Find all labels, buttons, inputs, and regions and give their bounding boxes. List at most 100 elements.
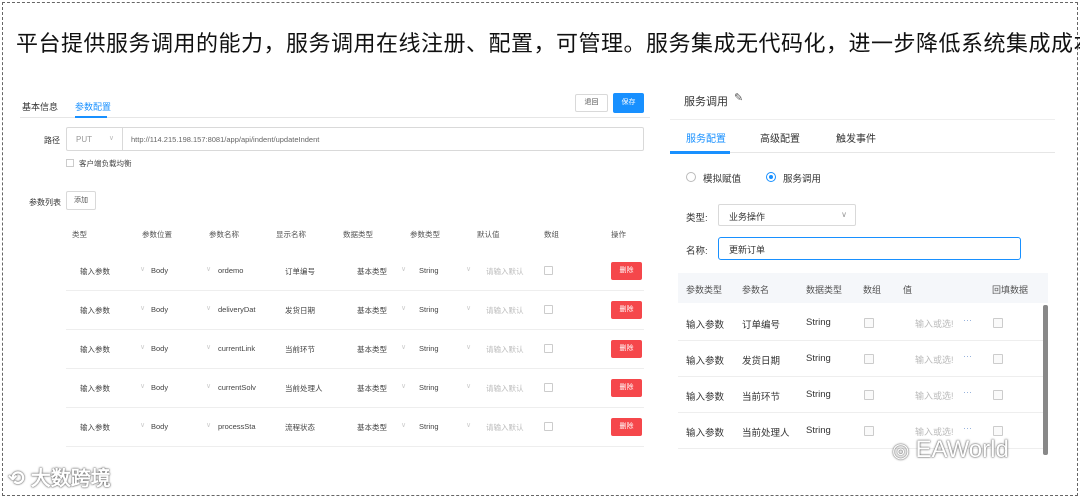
backfill-checkbox[interactable] bbox=[993, 318, 1003, 328]
col-header-type: 类型 bbox=[72, 230, 87, 239]
panel-title: 服务调用 bbox=[684, 96, 728, 108]
data-type-select[interactable]: 基本类型 bbox=[357, 422, 387, 433]
backfill-checkbox[interactable] bbox=[993, 354, 1003, 364]
url-input[interactable]: http://114.215.198.157:8081/app/api/inde… bbox=[131, 135, 319, 144]
default-value-input[interactable]: 请输入默认 bbox=[486, 305, 524, 316]
param-position-select[interactable]: Body bbox=[151, 422, 168, 431]
param-name-input[interactable]: currentSolv bbox=[218, 383, 256, 392]
display-name-input[interactable]: 当前环节 bbox=[285, 344, 315, 355]
col-header-param-name: 参数名称 bbox=[209, 230, 239, 239]
chevron-down-icon: ∨ bbox=[206, 422, 212, 429]
data-type: String bbox=[806, 317, 831, 328]
chevron-down-icon: ∨ bbox=[401, 344, 407, 351]
backfill-checkbox[interactable] bbox=[993, 390, 1003, 400]
tab-service-config[interactable]: 服务配置 bbox=[686, 130, 726, 145]
http-method-select[interactable]: PUT ∨ bbox=[67, 128, 123, 150]
display-name-input[interactable]: 流程状态 bbox=[285, 422, 315, 433]
back-button[interactable]: 退回 bbox=[575, 94, 608, 112]
param-kind-select[interactable]: 输入参数 bbox=[80, 266, 110, 277]
tab-param-config[interactable]: 参数配置 bbox=[75, 100, 111, 113]
chevron-down-icon: ∨ bbox=[206, 266, 212, 273]
load-balance-checkbox[interactable] bbox=[66, 159, 74, 167]
array-checkbox[interactable] bbox=[864, 318, 874, 328]
param-kind-select[interactable]: 输入参数 bbox=[80, 422, 110, 433]
watermark-left-text: 大数跨境 bbox=[30, 468, 111, 490]
table-row: 输入参数 订单编号 String 输入或选! ··· bbox=[678, 305, 1048, 341]
radio-mock-value[interactable] bbox=[686, 172, 696, 182]
delete-button[interactable]: 删除 bbox=[611, 418, 642, 436]
array-checkbox[interactable] bbox=[544, 305, 553, 314]
tab-advanced-config[interactable]: 高级配置 bbox=[760, 130, 800, 145]
add-param-button[interactable]: 添加 bbox=[66, 191, 96, 210]
default-value-input[interactable]: 请输入默认 bbox=[486, 422, 524, 433]
table-row: 输入参数 ∨ Body ∨ currentSolv 当前处理人 基本类型 ∨ S… bbox=[66, 369, 644, 408]
col-header-position: 参数位置 bbox=[142, 230, 172, 239]
more-icon[interactable]: ··· bbox=[963, 423, 972, 433]
param-name-input[interactable]: processSta bbox=[218, 422, 256, 431]
param-type-select[interactable]: String bbox=[419, 344, 439, 353]
type-select[interactable]: 业务操作 ∨ bbox=[718, 204, 856, 226]
param-type-select[interactable]: String bbox=[419, 422, 439, 431]
display-name-input[interactable]: 订单编号 bbox=[285, 266, 315, 277]
array-checkbox[interactable] bbox=[864, 390, 874, 400]
array-checkbox[interactable] bbox=[864, 426, 874, 436]
delete-button[interactable]: 删除 bbox=[611, 301, 642, 319]
chevron-down-icon: ∨ bbox=[466, 383, 472, 390]
value-input[interactable]: 输入或选! bbox=[915, 353, 954, 366]
radio-service-call[interactable] bbox=[766, 172, 776, 182]
more-icon[interactable]: ··· bbox=[963, 387, 972, 397]
param-position-select[interactable]: Body bbox=[151, 305, 168, 314]
col-header-data-type: 数据类型 bbox=[806, 285, 843, 295]
param-kind-select[interactable]: 输入参数 bbox=[80, 344, 110, 355]
array-checkbox[interactable] bbox=[544, 266, 553, 275]
param-name-input[interactable]: ordemo bbox=[218, 266, 243, 275]
display-name-input[interactable]: 发货日期 bbox=[285, 305, 315, 316]
name-input[interactable]: 更新订单 bbox=[718, 237, 1021, 260]
value-input[interactable]: 输入或选! bbox=[915, 389, 954, 402]
param-type-select[interactable]: String bbox=[419, 383, 439, 392]
service-call-panel: 服务调用 ✎ 服务配置 高级配置 触发事件 模拟赋值 服务调用 类型: 业务操作… bbox=[670, 85, 1055, 460]
default-value-input[interactable]: 请输入默认 bbox=[486, 344, 524, 355]
more-icon[interactable]: ··· bbox=[963, 315, 972, 325]
chevron-down-icon: ∨ bbox=[140, 305, 146, 312]
param-type-select[interactable]: String bbox=[419, 305, 439, 314]
scrollbar[interactable] bbox=[1043, 305, 1048, 455]
delete-button[interactable]: 删除 bbox=[611, 262, 642, 280]
param-position-select[interactable]: Body bbox=[151, 344, 168, 353]
tab-basic-info[interactable]: 基本信息 bbox=[22, 100, 58, 113]
chevron-down-icon: ∨ bbox=[140, 344, 146, 351]
param-kind-select[interactable]: 输入参数 bbox=[80, 383, 110, 394]
col-header-param-type: 参数类型 bbox=[410, 230, 440, 239]
path-field: PUT ∨ http://114.215.198.157:8081/app/ap… bbox=[66, 127, 644, 151]
data-type-select[interactable]: 基本类型 bbox=[357, 266, 387, 277]
backfill-checkbox[interactable] bbox=[993, 426, 1003, 436]
value-input[interactable]: 输入或选! bbox=[915, 317, 954, 330]
param-name: 当前环节 bbox=[742, 392, 781, 403]
edit-icon[interactable]: ✎ bbox=[734, 91, 743, 104]
param-kind: 输入参数 bbox=[686, 428, 725, 439]
param-kind-select[interactable]: 输入参数 bbox=[80, 305, 110, 316]
param-name-input[interactable]: deliveryDat bbox=[218, 305, 256, 314]
radio-mock-label: 模拟赋值 bbox=[703, 174, 742, 185]
default-value-input[interactable]: 请输入默认 bbox=[486, 383, 524, 394]
array-checkbox[interactable] bbox=[544, 383, 553, 392]
param-name-input[interactable]: currentLink bbox=[218, 344, 255, 353]
param-type-select[interactable]: String bbox=[419, 266, 439, 275]
array-checkbox[interactable] bbox=[864, 354, 874, 364]
display-name-input[interactable]: 当前处理人 bbox=[285, 383, 323, 394]
delete-button[interactable]: 删除 bbox=[611, 340, 642, 358]
array-checkbox[interactable] bbox=[544, 422, 553, 431]
chevron-down-icon: ∨ bbox=[206, 344, 212, 351]
param-position-select[interactable]: Body bbox=[151, 383, 168, 392]
param-name: 发货日期 bbox=[742, 356, 781, 367]
default-value-input[interactable]: 请输入默认 bbox=[486, 266, 524, 277]
data-type-select[interactable]: 基本类型 bbox=[357, 383, 387, 394]
more-icon[interactable]: ··· bbox=[963, 351, 972, 361]
tab-trigger-events[interactable]: 触发事件 bbox=[836, 130, 876, 145]
data-type-select[interactable]: 基本类型 bbox=[357, 344, 387, 355]
save-button[interactable]: 保存 bbox=[613, 93, 644, 113]
delete-button[interactable]: 删除 bbox=[611, 379, 642, 397]
param-position-select[interactable]: Body bbox=[151, 266, 168, 275]
array-checkbox[interactable] bbox=[544, 344, 553, 353]
data-type-select[interactable]: 基本类型 bbox=[357, 305, 387, 316]
